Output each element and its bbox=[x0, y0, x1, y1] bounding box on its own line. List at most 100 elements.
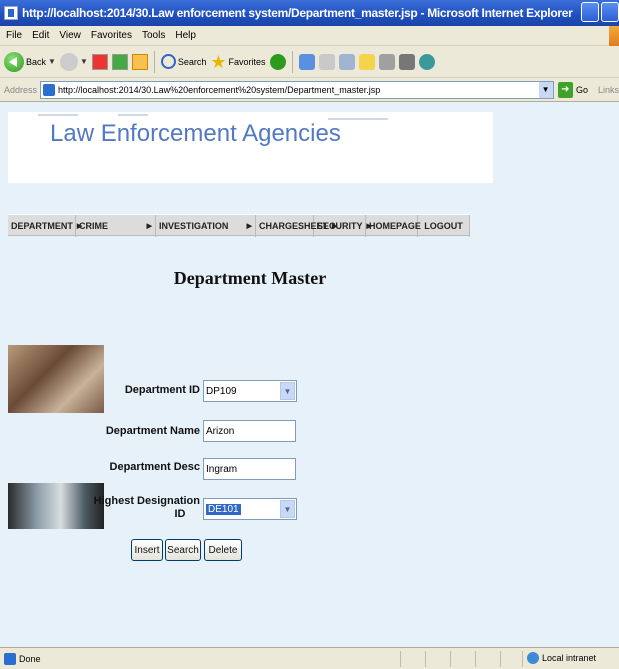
browser-toolbar: Back ▼ ▼ Search ★ Favorites bbox=[0, 46, 619, 78]
arrow-right-icon: ▶ bbox=[146, 223, 152, 230]
chevron-down-icon: ▼ bbox=[79, 57, 88, 66]
search-button[interactable]: Search bbox=[160, 54, 207, 69]
print-icon[interactable] bbox=[338, 53, 355, 70]
back-arrow-icon bbox=[4, 51, 24, 72]
toolbar-separator bbox=[291, 50, 293, 73]
department-desc-label: Department Desc bbox=[109, 461, 200, 473]
refresh-icon[interactable] bbox=[111, 53, 128, 70]
menu-favorites[interactable]: Favorites bbox=[91, 30, 132, 41]
back-label: Back bbox=[26, 56, 47, 67]
department-id-label: Department ID bbox=[124, 384, 200, 396]
home-icon[interactable] bbox=[131, 53, 148, 70]
windows-logo-icon bbox=[609, 26, 619, 46]
menu-file[interactable]: File bbox=[6, 30, 22, 41]
maximize-button[interactable] bbox=[601, 2, 619, 22]
nav-department[interactable]: DEPARTMENT ▶ bbox=[8, 215, 82, 237]
address-input[interactable]: http://localhost:2014/30.Law%20enforceme… bbox=[40, 80, 554, 99]
favorites-star-icon: ★ bbox=[210, 51, 227, 72]
history-icon[interactable] bbox=[298, 53, 315, 70]
department-desc-field[interactable]: Ingram bbox=[203, 458, 296, 480]
main-nav: DEPARTMENT ▶ CRIME ▶ INVESTIGATION ▶ CHARGE… bbox=[8, 214, 470, 237]
menu-help[interactable]: Help bbox=[175, 30, 196, 41]
highest-designation-value: DE101 bbox=[206, 503, 241, 515]
window-title-bar: http://localhost:2014/30.Law enforcement… bbox=[0, 0, 619, 26]
toolbar-separator bbox=[153, 50, 155, 73]
nav-investigation-label: INVESTIGATION bbox=[159, 221, 229, 231]
nav-crime-label: CRIME bbox=[79, 221, 108, 231]
research-icon[interactable] bbox=[398, 53, 415, 70]
messenger-icon[interactable] bbox=[418, 53, 435, 70]
search-button[interactable]: Search bbox=[165, 539, 201, 561]
minimize-button[interactable] bbox=[581, 2, 599, 22]
chevron-down-icon[interactable]: ▼ bbox=[280, 382, 295, 400]
banner-decoration bbox=[118, 114, 148, 116]
page-title: Department Master bbox=[173, 268, 327, 288]
page-icon bbox=[43, 83, 56, 96]
menu-tools[interactable]: Tools bbox=[142, 30, 165, 41]
nav-department-label: DEPARTMENT bbox=[11, 221, 73, 231]
mail-icon[interactable] bbox=[318, 53, 335, 70]
edit-icon[interactable] bbox=[358, 53, 375, 70]
status-divider bbox=[500, 651, 501, 667]
department-name-field[interactable]: Arizon bbox=[203, 420, 296, 442]
back-button[interactable]: Back ▼ bbox=[4, 51, 56, 72]
nav-investigation[interactable]: INVESTIGATION ▶ bbox=[156, 215, 256, 237]
go-arrow-icon[interactable]: ➜ bbox=[557, 81, 573, 98]
nav-logout[interactable]: LOGOUT bbox=[418, 215, 470, 237]
forward-button[interactable]: ▼ bbox=[59, 52, 88, 71]
chevron-down-icon[interactable]: ▼ bbox=[538, 81, 553, 98]
security-zone: Local intranet bbox=[527, 652, 596, 664]
insert-button[interactable]: Insert bbox=[131, 539, 163, 561]
highest-designation-label: Highest Designation ID bbox=[90, 495, 200, 521]
highest-designation-label-line1: Highest Designation bbox=[93, 495, 200, 507]
status-divider bbox=[450, 651, 451, 667]
department-id-value: DP109 bbox=[206, 385, 237, 397]
page-done-icon bbox=[4, 652, 16, 665]
nav-security[interactable]: SECURITY ▶ bbox=[314, 215, 372, 237]
department-name-label: Department Name bbox=[105, 425, 200, 437]
banner-decoration bbox=[38, 114, 78, 116]
nav-crime[interactable]: CRIME ▶ bbox=[76, 215, 156, 237]
window-controls bbox=[581, 2, 619, 22]
nav-logout-label: LOGOUT bbox=[424, 221, 463, 231]
favorites-button[interactable]: ★ Favorites bbox=[210, 53, 265, 71]
officers-photo bbox=[8, 345, 104, 413]
status-divider bbox=[400, 651, 401, 667]
header-banner: Law Enforcement Agencies bbox=[8, 112, 493, 183]
status-divider bbox=[522, 651, 523, 667]
ie-app-icon bbox=[4, 6, 18, 20]
forward-arrow-icon bbox=[59, 52, 78, 71]
stop-icon[interactable] bbox=[91, 53, 108, 70]
delete-button[interactable]: Delete bbox=[204, 539, 242, 561]
search-label: Search bbox=[177, 56, 207, 67]
globe-icon bbox=[527, 652, 539, 664]
go-button[interactable]: Go bbox=[576, 85, 588, 95]
page-content: Law Enforcement Agencies DEPARTMENT ▶ CRI… bbox=[0, 102, 619, 647]
chevron-down-icon[interactable]: ▼ bbox=[280, 500, 295, 518]
status-divider bbox=[475, 651, 476, 667]
nav-security-label: SECURITY bbox=[317, 221, 363, 231]
highest-designation-select[interactable]: DE101 ▼ bbox=[203, 498, 297, 520]
nav-homepage[interactable]: HOMEPAGE bbox=[366, 215, 421, 237]
discuss-icon[interactable] bbox=[378, 53, 395, 70]
arrow-right-icon: ▶ bbox=[246, 223, 252, 230]
status-divider bbox=[425, 651, 426, 667]
links-button[interactable]: Links bbox=[598, 85, 619, 95]
window-title: http://localhost:2014/30.Law enforcement… bbox=[22, 6, 573, 20]
address-url: http://localhost:2014/30.Law%20enforceme… bbox=[58, 84, 381, 95]
nav-chargesheet[interactable]: CHARGESHEET ▶ bbox=[256, 215, 337, 237]
department-id-select[interactable]: DP109 ▼ bbox=[203, 380, 297, 402]
nav-homepage-label: HOMEPAGE bbox=[369, 221, 421, 231]
menu-bar: File Edit View Favorites Tools Help bbox=[0, 26, 619, 46]
highest-designation-label-line2: ID bbox=[174, 508, 186, 520]
menu-edit[interactable]: Edit bbox=[32, 30, 49, 41]
status-text: Done bbox=[19, 653, 41, 664]
site-title: Law Enforcement Agencies bbox=[50, 120, 341, 147]
status-bar: Done Local intranet bbox=[0, 647, 619, 669]
search-icon bbox=[160, 54, 176, 69]
address-label: Address bbox=[4, 84, 38, 95]
zone-text: Local intranet bbox=[542, 653, 597, 663]
media-icon[interactable] bbox=[269, 53, 286, 70]
favorites-label: Favorites bbox=[228, 56, 266, 67]
menu-view[interactable]: View bbox=[59, 30, 81, 41]
